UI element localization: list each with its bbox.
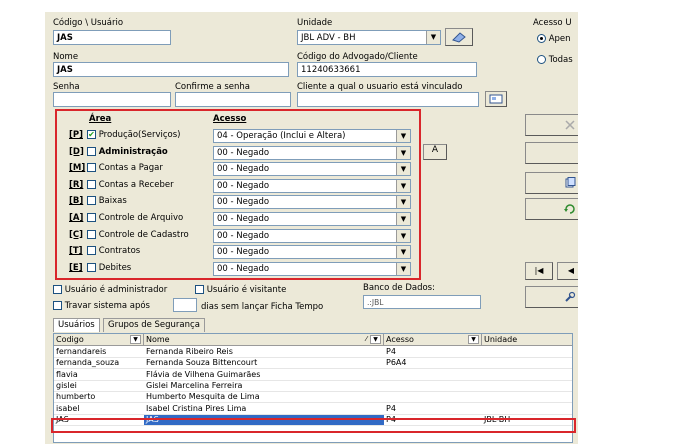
table-cell: Fernanda Souza Bittencourt: [146, 358, 258, 368]
table-cell: Fernanda Ribeiro Reis: [146, 347, 233, 356]
delete-button[interactable]: [525, 114, 578, 136]
copy-icon: [565, 177, 576, 188]
table-row[interactable]: isabel Isabel Cristina Pires Lima P4: [54, 403, 572, 415]
codigo-label: Código \ Usuário: [53, 18, 124, 28]
table-cell: P4: [386, 403, 396, 413]
checkbox-icon[interactable]: [53, 301, 62, 310]
nome-label: Nome: [53, 52, 79, 62]
table-cell: Humberto Mesquita de Lima: [146, 392, 260, 402]
codigo-advogado-label: Código do Advogado/Cliente: [297, 52, 418, 62]
column-header-nome-label: Nome: [146, 335, 170, 344]
refresh-icon: [564, 204, 575, 214]
refresh-button[interactable]: [525, 198, 578, 220]
acesso-option-todas-label: Todas: [548, 55, 573, 65]
banco-dados-field[interactable]: .:JBL: [363, 295, 481, 309]
table-cell: fernandareis: [56, 347, 107, 356]
chevron-down-icon[interactable]: ▼: [370, 335, 381, 344]
table-cell: flavia: [56, 369, 78, 379]
banco-dados-label: Banco de Dados:: [363, 283, 435, 293]
travar-checkbox[interactable]: Travar sistema após: [53, 301, 150, 311]
confirme-senha-field[interactable]: [175, 92, 291, 107]
table-cell: humberto: [56, 392, 96, 402]
eraser-icon: [452, 32, 466, 43]
table-cell: Flávia de Vilhena Guimarães: [146, 369, 261, 379]
visitante-checkbox[interactable]: Usuário é visitante: [195, 285, 286, 295]
unidade-select[interactable]: JBL ADV - BH ▼: [297, 30, 441, 45]
prev-record-icon: ◀: [567, 266, 575, 275]
table-cell: fernanda_souza: [56, 358, 120, 368]
codigo-advogado-field[interactable]: 11240633661: [297, 62, 477, 77]
table-row[interactable]: gislei Gislei Marcelina Ferreira: [54, 380, 572, 392]
selected-row-highlight: [51, 418, 576, 433]
sort-icon: ⁄: [365, 335, 367, 343]
column-header-nome[interactable]: Nome ⁄ ▼: [144, 334, 384, 346]
close-icon: [565, 120, 575, 130]
tab-usuarios[interactable]: Usuários: [53, 318, 100, 332]
tools-icon: [565, 291, 576, 302]
column-header-acesso[interactable]: Acesso ▼: [384, 334, 482, 346]
first-record-button[interactable]: |◀: [525, 262, 553, 280]
nome-field[interactable]: JAS: [53, 62, 289, 77]
travar-checkbox-label: Travar sistema após: [64, 301, 150, 311]
chevron-down-icon[interactable]: ▼: [426, 31, 440, 44]
permissions-highlight: [55, 109, 421, 280]
copy-button[interactable]: [525, 172, 578, 194]
eraser-button[interactable]: [445, 28, 473, 46]
radio-icon[interactable]: [537, 34, 546, 43]
column-header-acesso-label: Acesso: [386, 335, 414, 344]
apply-access-button[interactable]: A: [423, 144, 447, 160]
first-record-icon: |◀: [534, 266, 544, 275]
confirme-senha-label: Confirme a senha: [175, 82, 250, 92]
card-icon: [489, 94, 503, 104]
user-form-window: Código \ Usuário JAS Unidade JBL ADV - B…: [45, 12, 578, 444]
visitante-checkbox-label: Usuário é visitante: [206, 285, 287, 295]
acesso-option-apenas-label: Apen: [548, 34, 571, 44]
radio-icon[interactable]: [537, 55, 546, 64]
senha-label: Senha: [53, 82, 80, 92]
cliente-vinculado-field[interactable]: [297, 92, 479, 107]
table-cell: P6A4: [386, 358, 407, 368]
senha-field[interactable]: [53, 92, 171, 107]
table-cell: Gislei Marcelina Ferreira: [146, 380, 243, 390]
dias-label: dias sem lançar Ficha Tempo: [201, 302, 324, 312]
acesso-option-todas[interactable]: Todas: [537, 55, 573, 65]
table-row[interactable]: flavia Flávia de Vilhena Guimarães: [54, 369, 572, 381]
table-cell: P4: [386, 347, 396, 356]
tools-button[interactable]: [525, 286, 578, 308]
acesso-label: Acesso U: [533, 18, 572, 28]
table-cell: isabel: [56, 403, 80, 413]
tab-grupos-seguranca[interactable]: Grupos de Segurança: [103, 318, 205, 332]
table-row[interactable]: fernandareis Fernanda Ribeiro Reis P4: [54, 347, 572, 358]
travar-dias-field[interactable]: [173, 298, 197, 312]
search-client-button[interactable]: [485, 91, 507, 107]
table-row[interactable]: fernanda_souza Fernanda Souza Bittencourt…: [54, 358, 572, 370]
unidade-select-value: JBL ADV - BH: [301, 33, 356, 43]
admin-checkbox[interactable]: Usuário é administrador: [53, 285, 167, 295]
chevron-down-icon[interactable]: ▼: [468, 335, 479, 344]
column-header-unidade[interactable]: Unidade: [482, 334, 572, 346]
action-button-2[interactable]: [525, 142, 578, 164]
table-row[interactable]: humberto Humberto Mesquita de Lima: [54, 392, 572, 404]
chevron-down-icon[interactable]: ▼: [130, 335, 141, 344]
column-header-codigo-label: Codigo: [56, 335, 84, 344]
grid-header: Codigo ▼ Nome ⁄ ▼ Acesso ▼ Unidade: [54, 334, 572, 346]
unidade-label: Unidade: [297, 18, 333, 28]
checkbox-icon[interactable]: [53, 285, 62, 294]
acesso-option-apenas[interactable]: Apen: [537, 34, 571, 44]
checkbox-icon[interactable]: [195, 285, 204, 294]
column-header-codigo[interactable]: Codigo ▼: [54, 334, 144, 346]
table-cell: gislei: [56, 380, 77, 390]
table-cell: Isabel Cristina Pires Lima: [146, 403, 247, 413]
codigo-field[interactable]: JAS: [53, 30, 171, 45]
prev-record-button[interactable]: ◀: [557, 262, 578, 280]
admin-checkbox-label: Usuário é administrador: [64, 285, 168, 295]
cliente-vinculado-label: Cliente a qual o usuario está vinculado: [297, 82, 463, 92]
